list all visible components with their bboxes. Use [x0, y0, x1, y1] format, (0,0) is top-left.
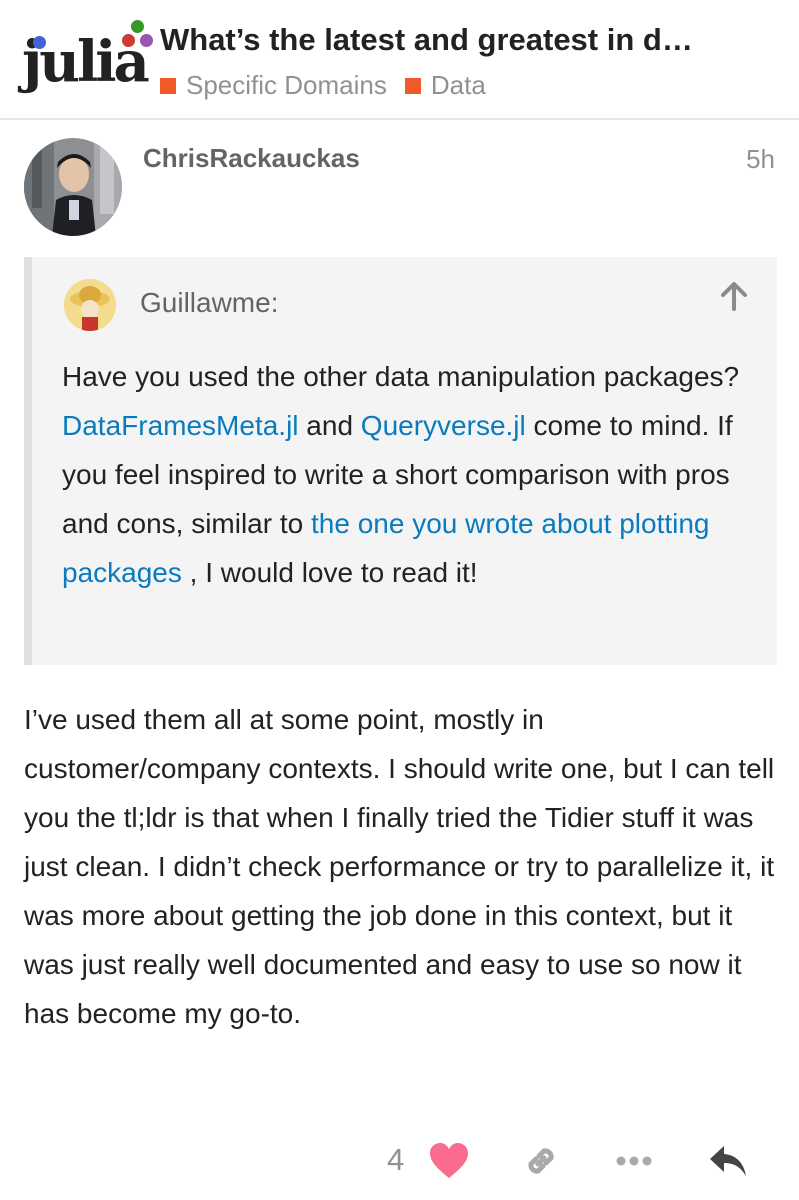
logo-dot-red	[122, 34, 135, 47]
post-body: I’ve used them all at some point, mostly…	[24, 704, 775, 1029]
category-label: Data	[430, 70, 486, 100]
heart-icon[interactable]	[426, 1138, 472, 1184]
category-label: Specific Domains	[186, 70, 387, 100]
post-username[interactable]: ChrisRackauckas	[143, 143, 360, 174]
logo-dot-blue	[33, 36, 46, 49]
quote-text-part: Have you used the other data manipulatio…	[62, 361, 740, 392]
post-actions: 4	[0, 1138, 799, 1188]
quote-avatar[interactable]	[64, 279, 116, 331]
post-timestamp[interactable]: 5h	[746, 144, 775, 175]
logo-dot-green	[131, 20, 144, 33]
like-count[interactable]: 4	[387, 1142, 404, 1178]
avatar[interactable]	[24, 138, 122, 236]
link-queryverse[interactable]: Queryverse.jl	[361, 410, 526, 441]
ellipsis-icon[interactable]	[611, 1138, 657, 1184]
topic-header: julia What’s the latest and greatest in …	[0, 0, 799, 120]
category-list: Specific Domains Data	[160, 70, 504, 101]
quote-username[interactable]: Guillawme:	[140, 287, 278, 319]
quote-block: Guillawme: Have you used the other data …	[24, 257, 777, 665]
julia-logo[interactable]: julia	[22, 18, 153, 100]
quote-text: Have you used the other data manipulatio…	[62, 352, 762, 597]
quote-text-part: , I would love to read it!	[181, 557, 478, 588]
category-color-square	[404, 77, 421, 94]
logo-dot-purple	[140, 34, 153, 47]
arrow-up-icon[interactable]	[717, 279, 751, 313]
link-icon[interactable]	[518, 1138, 564, 1184]
reply-icon[interactable]	[706, 1138, 752, 1184]
category-color-square	[160, 77, 176, 94]
topic-title[interactable]: What’s the latest and greatest in d…	[160, 22, 693, 58]
category-data[interactable]: Data	[404, 70, 486, 101]
category-specific-domains[interactable]: Specific Domains	[160, 70, 387, 101]
quote-text-part: and	[298, 410, 361, 441]
link-dataframesmeta[interactable]: DataFramesMeta.jl	[62, 410, 299, 441]
